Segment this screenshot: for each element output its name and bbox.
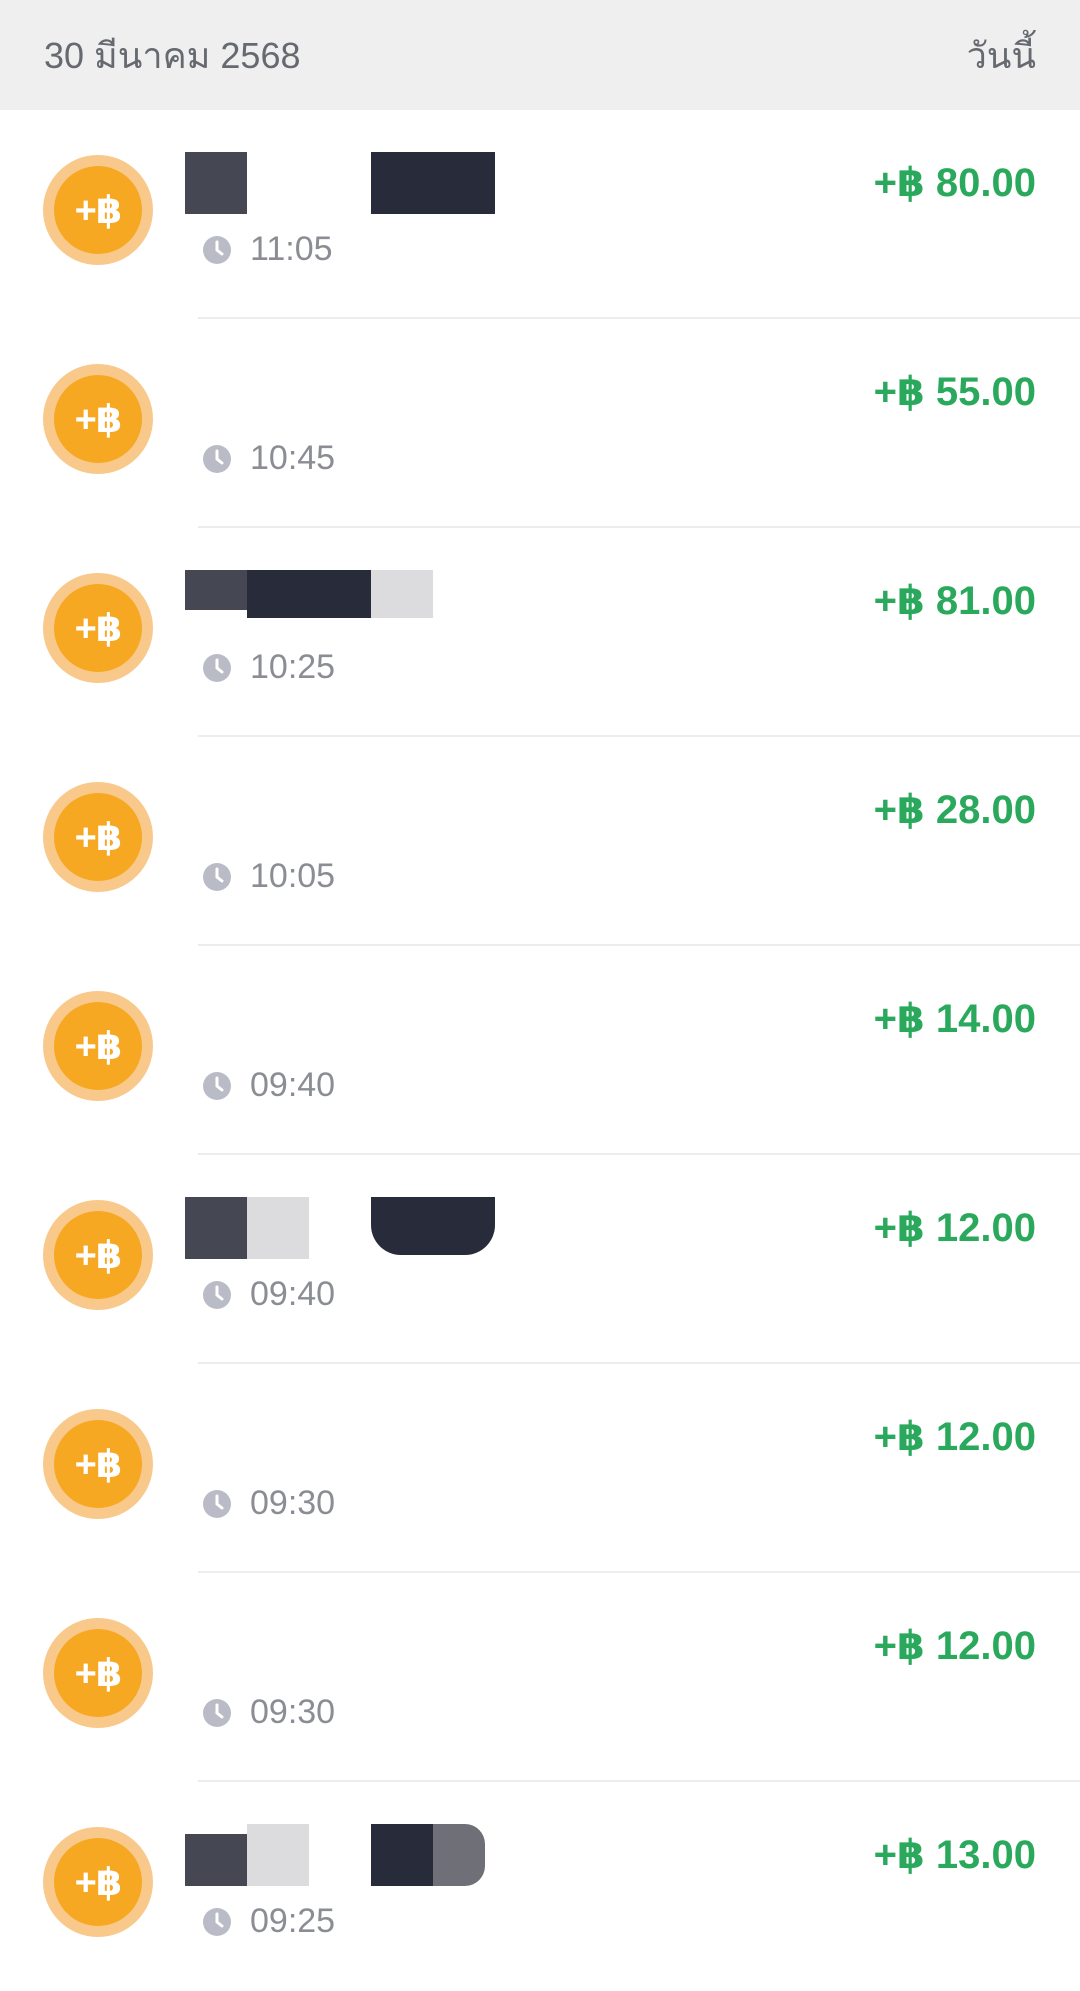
redacted-name <box>185 1197 495 1259</box>
time-label: 09:30 <box>250 1484 336 1522</box>
baht-coin-icon: +฿ <box>43 782 153 892</box>
transaction-amount: +฿ 14.00 <box>873 997 1036 1041</box>
clock-icon <box>203 1280 231 1309</box>
time-label: 09:25 <box>250 1902 336 1940</box>
time-label: 09:40 <box>250 1066 336 1104</box>
baht-coin-icon: +฿ <box>43 991 153 1101</box>
redacted-name <box>185 152 495 214</box>
clock-icon <box>203 1698 231 1727</box>
transaction-time: 10:25 <box>202 648 335 687</box>
clock-icon <box>203 444 231 473</box>
transaction-amount: +฿ 13.00 <box>873 1833 1036 1877</box>
time-label: 09:40 <box>250 1275 336 1313</box>
transaction-time: 09:30 <box>202 1484 335 1523</box>
baht-coin-icon: +฿ <box>43 1827 153 1937</box>
time-label: 11:05 <box>250 230 333 268</box>
transaction-amount: +฿ 12.00 <box>873 1206 1036 1250</box>
transaction-time: 09:40 <box>202 1275 335 1314</box>
time-label: 10:05 <box>250 857 336 895</box>
date-label: 30 มีนาคม 2568 <box>44 34 301 76</box>
transaction-time: 10:45 <box>202 439 335 478</box>
transaction-amount: +฿ 28.00 <box>873 788 1036 832</box>
baht-coin-icon: +฿ <box>43 1618 153 1728</box>
transaction-row[interactable]: +฿ 10:05 +฿ 28.00 <box>0 737 1080 946</box>
time-label: 10:45 <box>250 439 336 477</box>
transaction-row[interactable]: +฿ 10:25 +฿ 81.00 <box>0 528 1080 737</box>
transaction-list: +฿ 11:05 +฿ 80.00 +฿ 10:45 +฿ 55.00 +฿ 1… <box>0 110 1080 1991</box>
transaction-time: 09:40 <box>202 1066 335 1105</box>
clock-icon <box>203 1071 231 1100</box>
date-header: 30 มีนาคม 2568 วันนี้ <box>0 0 1080 110</box>
clock-icon <box>203 235 231 264</box>
transaction-amount: +฿ 12.00 <box>873 1415 1036 1459</box>
transaction-row[interactable]: +฿ 10:45 +฿ 55.00 <box>0 319 1080 528</box>
baht-coin-icon: +฿ <box>43 1409 153 1519</box>
transaction-row[interactable]: +฿ 09:40 +฿ 14.00 <box>0 946 1080 1155</box>
time-label: 10:25 <box>250 648 336 686</box>
transaction-row[interactable]: +฿ 09:25 +฿ 13.00 <box>0 1782 1080 1991</box>
transaction-time: 10:05 <box>202 857 335 896</box>
clock-icon <box>203 862 231 891</box>
transaction-time: 09:30 <box>202 1693 335 1732</box>
redacted-name <box>185 570 495 632</box>
baht-coin-icon: +฿ <box>43 155 153 265</box>
transaction-amount: +฿ 55.00 <box>873 370 1036 414</box>
baht-coin-icon: +฿ <box>43 573 153 683</box>
baht-coin-icon: +฿ <box>43 1200 153 1310</box>
today-label: วันนี้ <box>966 34 1036 76</box>
transaction-row[interactable]: +฿ 09:30 +฿ 12.00 <box>0 1364 1080 1573</box>
clock-icon <box>203 1489 231 1518</box>
transaction-row[interactable]: +฿ 09:30 +฿ 12.00 <box>0 1573 1080 1782</box>
clock-icon <box>203 1907 231 1936</box>
transaction-time: 11:05 <box>202 230 333 269</box>
transaction-row[interactable]: +฿ 11:05 +฿ 80.00 <box>0 110 1080 319</box>
transaction-amount: +฿ 80.00 <box>873 161 1036 205</box>
time-label: 09:30 <box>250 1693 336 1731</box>
transaction-row[interactable]: +฿ 09:40 +฿ 12.00 <box>0 1155 1080 1364</box>
transaction-amount: +฿ 81.00 <box>873 579 1036 623</box>
clock-icon <box>203 653 231 682</box>
baht-coin-icon: +฿ <box>43 364 153 474</box>
transaction-amount: +฿ 12.00 <box>873 1624 1036 1668</box>
transaction-time: 09:25 <box>202 1902 335 1941</box>
redacted-name <box>185 1824 495 1886</box>
